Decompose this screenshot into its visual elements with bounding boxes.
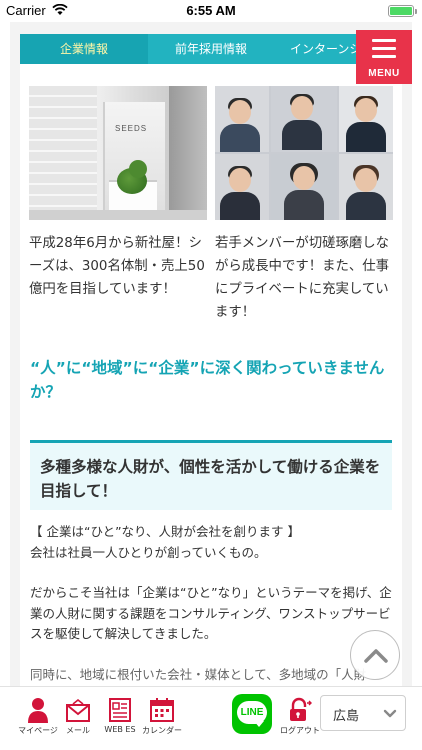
menu-button[interactable]: MENU [356,30,412,84]
line-label: LINE [240,707,264,718]
nav-web-es[interactable]: WEB ES [98,693,142,734]
tab-company-info[interactable]: 企業情報 [20,34,148,64]
office-photo-caption: 平成28年6月から新社屋！シーズは、300名体制・売上50億円を目指しています！ [29,236,205,297]
calendar-icon [150,698,174,722]
bottom-navigation: マイページ メール WEB ES カレンダー LINE ログアウト 広島 [0,686,422,750]
document-icon [109,698,131,722]
menu-label: MENU [368,68,400,79]
office-sign-logo: SEEDS [115,124,148,133]
status-bar: Carrier 6:55 AM [0,0,422,22]
tab-previous-recruitment[interactable]: 前年採用情報 [148,34,274,64]
battery-icon [388,5,417,17]
paragraph-regional: 同時に、地域に根付いた会社・媒体として、多地域の「人財 [30,666,367,682]
nav-mypage[interactable]: マイページ [16,693,60,736]
nav-mail[interactable]: メール [56,693,100,736]
section-headline: “人”に“地域”に“企業”に深く関わっていきませんか？ [30,359,385,401]
team-photo-caption: 若手メンバーが切磋琢磨しながら成長中です！また、仕事にプライベートに充実していま… [215,236,390,320]
company-description: 【 企業は“ひと”なり、人財が会社を創ります 】 会社は社員一人ひとりが創ってい… [30,522,395,705]
nav-calendar-label: カレンダー [142,726,182,735]
mail-icon [66,699,90,722]
chevron-up-icon [364,649,388,663]
intro-line-2: 会社は社員一人ひとりが創っていくもの。 [30,544,267,560]
scroll-to-top-button[interactable] [350,630,400,680]
team-members-photo [215,86,393,220]
nav-logout[interactable]: ログアウト [278,693,322,736]
person-icon [28,698,48,723]
nav-web-es-label: WEB ES [104,725,136,734]
office-entrance-photo: SEEDS [29,86,207,220]
nav-calendar[interactable]: カレンダー [140,693,184,736]
region-select-value: 広島 [333,709,360,724]
paragraph-intro: 【 企業は“ひと”なり、人財が会社を創ります 】 会社は社員一人ひとりが創ってい… [30,522,395,563]
logout-lock-icon [290,697,312,721]
nav-mail-label: メール [66,726,90,735]
clock: 6:55 AM [186,3,236,18]
chevron-down-icon [383,709,397,718]
feature-heading: 多種多様な人財が、個性を活かして働ける企業を目指して！ [40,458,381,500]
nav-mypage-label: マイページ [18,726,58,735]
nav-logout-label: ログアウト [280,726,320,735]
hamburger-icon [372,39,396,63]
intro-line-1: 【 企業は“ひと”なり、人財が会社を創ります 】 [30,524,301,539]
line-button[interactable]: LINE [232,694,272,734]
tab-bar: 企業情報 前年採用情報 インターンシ [20,34,402,64]
feature-heading-box: 多種多様な人財が、個性を活かして働ける企業を目指して！ [30,440,392,510]
paragraph-theme: だからこそ当社は「企業は“ひと”なり」というテーマを掲げ、企業の人財に関する課題… [30,585,392,641]
region-select[interactable]: 広島 [320,695,406,731]
